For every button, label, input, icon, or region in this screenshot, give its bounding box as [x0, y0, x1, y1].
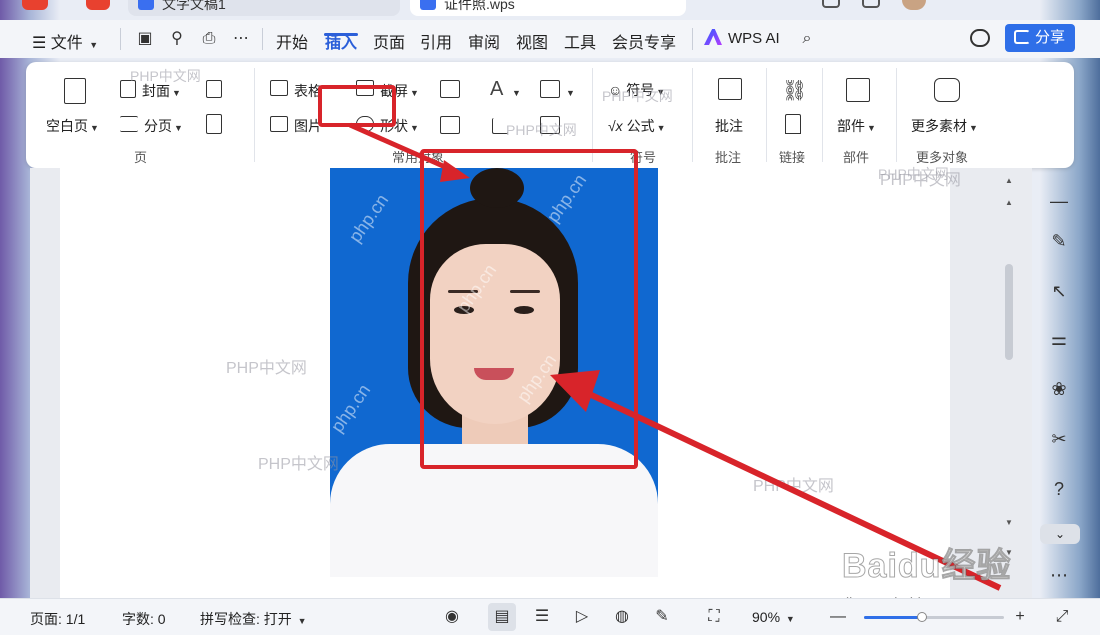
- arrow-head: [440, 160, 470, 182]
- spell-check-label: 拼写检查: 打开: [200, 611, 292, 627]
- page-view-icon[interactable]: ▤: [492, 607, 512, 627]
- zoom-slider[interactable]: [864, 612, 1004, 622]
- chevron-down-icon: ▼: [785, 614, 795, 624]
- page-indicator[interactable]: 页面: 1/1: [30, 609, 85, 629]
- zoom-value: 90%: [752, 609, 781, 625]
- zoom-out-icon[interactable]: —: [828, 607, 848, 627]
- play-icon[interactable]: ▷: [572, 607, 592, 627]
- chevron-down-icon: ▼: [297, 616, 307, 626]
- spell-check-toggle[interactable]: 拼写检查: 打开 ▼: [200, 609, 307, 629]
- arrow-line: [348, 122, 454, 173]
- word-count[interactable]: 字数: 0: [122, 609, 166, 629]
- zoom-slider-fill: [864, 616, 922, 619]
- zoom-level[interactable]: 90% ▼: [752, 609, 795, 625]
- zoom-in-icon[interactable]: +: [1010, 607, 1030, 627]
- zoom-slider-knob[interactable]: [917, 612, 927, 622]
- globe-icon[interactable]: ◍: [612, 607, 632, 627]
- pen-icon[interactable]: ✎: [652, 607, 672, 627]
- fullscreen-icon[interactable]: ⤢: [1052, 607, 1072, 627]
- status-bar: 页面: 1/1 字数: 0 拼写检查: 打开 ▼ ◉ ▤ ☰ ▷ ◍ ✎ ⛶ 9…: [0, 598, 1100, 635]
- outline-view-icon[interactable]: ☰: [532, 607, 552, 627]
- arrow-head: [550, 370, 600, 412]
- baidu-watermark: Baidu经验: [841, 547, 1012, 586]
- fit-page-icon[interactable]: ⛶: [704, 607, 724, 627]
- eye-icon[interactable]: ◉: [442, 607, 462, 627]
